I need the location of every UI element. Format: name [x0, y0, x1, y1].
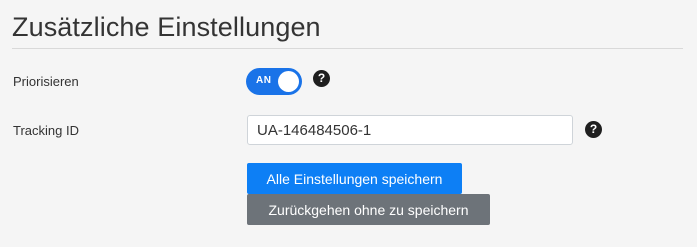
- toggle-state-text: AN: [256, 75, 272, 86]
- prioritize-toggle[interactable]: AN: [246, 68, 302, 95]
- tracking-id-input[interactable]: [247, 115, 573, 145]
- title-divider: [12, 48, 683, 49]
- back-without-saving-button[interactable]: Zurückgehen ohne zu speichern: [247, 194, 490, 225]
- save-all-settings-button[interactable]: Alle Einstellungen speichern: [247, 163, 462, 194]
- page-title: Zusätzliche Einstellungen: [12, 12, 321, 42]
- question-circle-icon[interactable]: ?: [313, 70, 330, 87]
- toggle-knob: [278, 71, 299, 92]
- tracking-id-label: Tracking ID: [13, 123, 79, 138]
- prioritize-label: Priorisieren: [13, 74, 79, 89]
- question-circle-icon[interactable]: ?: [585, 121, 602, 138]
